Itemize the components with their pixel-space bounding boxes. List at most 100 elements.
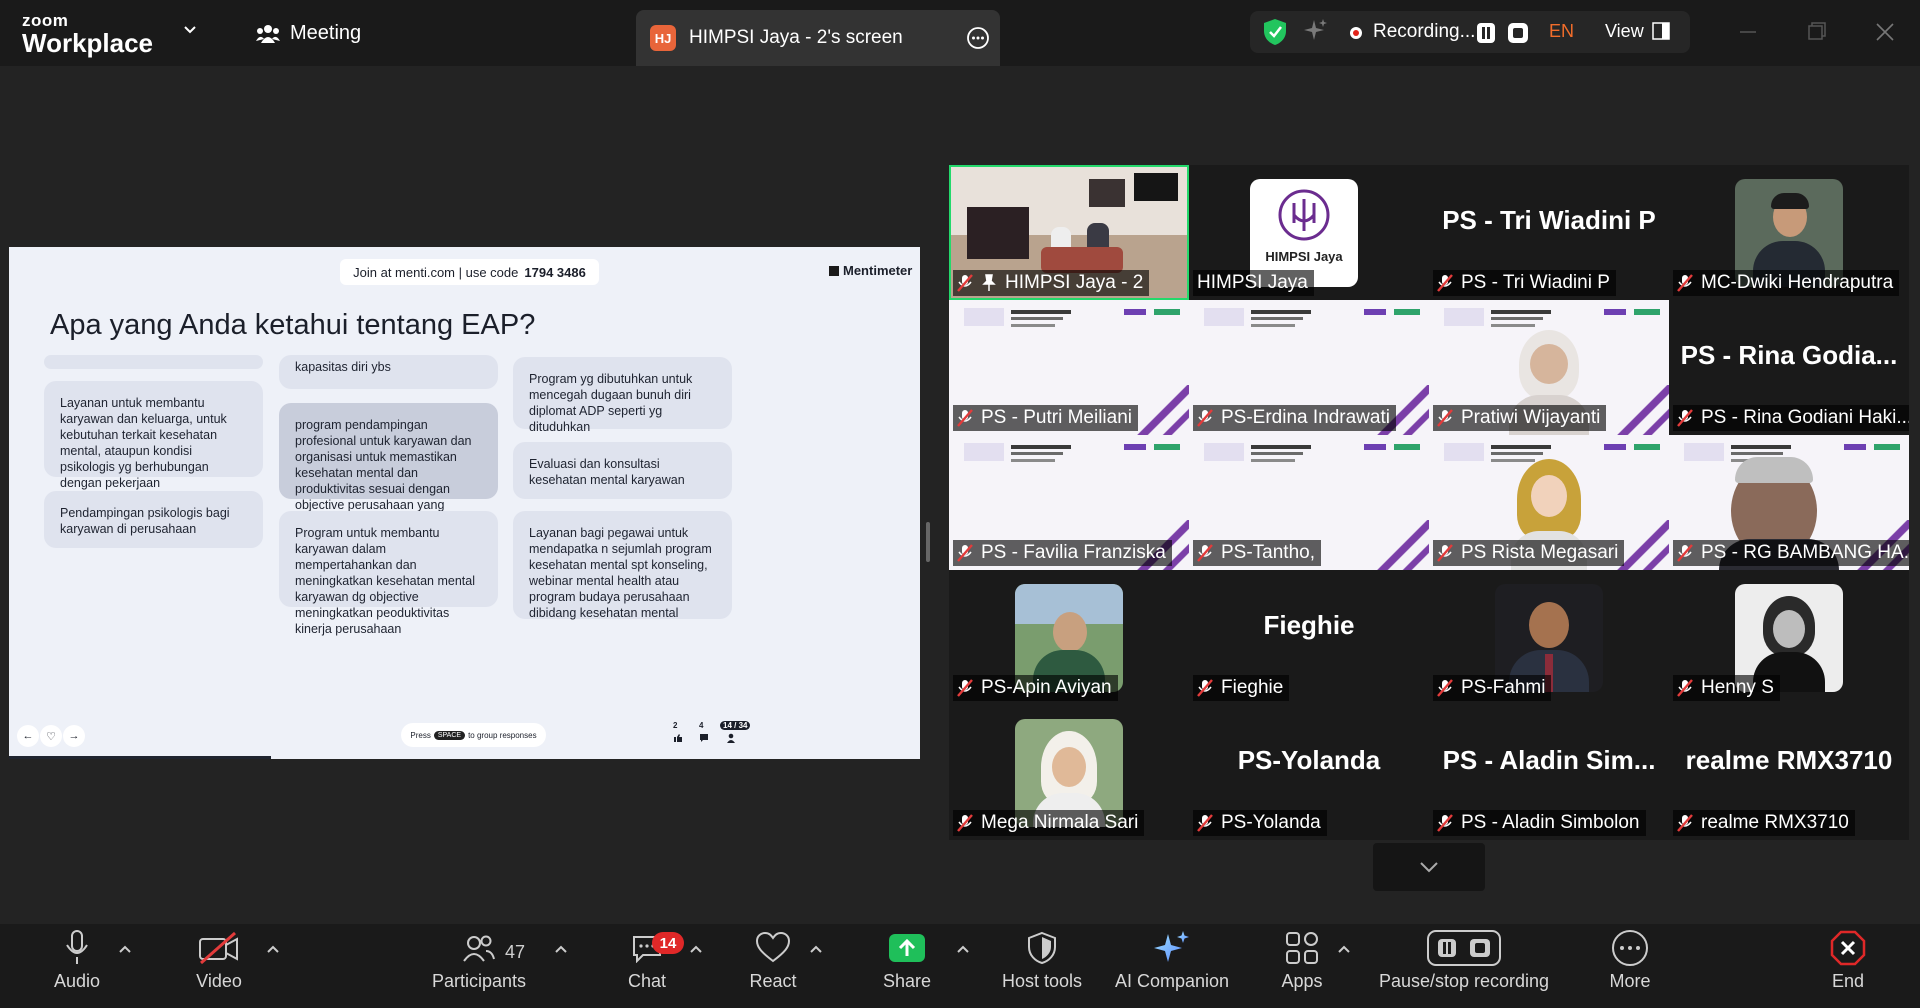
response-card: Program yg dibutuhkan untuk mencegah dug… <box>513 357 732 434</box>
show-more-participants-button[interactable] <box>1373 843 1485 891</box>
apps-label: Apps <box>1281 971 1323 991</box>
participants-label: Participants <box>431 971 527 991</box>
language-indicator[interactable]: EN <box>1549 21 1574 42</box>
share-label: Share <box>882 971 932 991</box>
participant-tile[interactable]: PS-Yolanda PS-Yolanda <box>1189 705 1429 840</box>
chevron-up-icon[interactable] <box>118 944 132 954</box>
host-tools-button[interactable]: Host tools <box>1000 927 1084 1005</box>
share-button[interactable]: Share <box>877 927 937 1005</box>
split-resize-handle[interactable] <box>926 522 930 562</box>
participant-tile[interactable]: PS-Tantho, <box>1189 435 1429 570</box>
muted-mic-icon <box>1197 814 1213 832</box>
next-slide-button[interactable]: → <box>63 725 85 747</box>
participant-tile[interactable]: PS - Putri Meiliani <box>949 300 1189 435</box>
apps-icon <box>1286 932 1318 964</box>
mentimeter-logo-icon <box>829 265 839 276</box>
participant-name: PS-Erdina Indrawati <box>1221 407 1390 428</box>
participants-icon <box>463 935 495 962</box>
mentimeter-brand: Mentimeter <box>829 263 912 278</box>
participants-button[interactable]: Participants <box>429 927 529 1005</box>
participant-tile[interactable]: PS-Erdina Indrawati <box>1189 300 1429 435</box>
participant-name: PS - Rina Godiani Haki... <box>1701 407 1909 428</box>
response-card: Pendampingan psikologis bagi karyawan di… <box>44 491 263 548</box>
muted-mic-icon <box>957 409 973 427</box>
more-button[interactable]: More <box>1604 927 1656 1005</box>
chevron-up-icon[interactable] <box>689 944 703 954</box>
security-shield-icon[interactable] <box>1263 18 1287 46</box>
tab-meeting[interactable]: Meeting <box>256 22 361 45</box>
participant-name: PS - Tri Wiadini P <box>1461 272 1610 293</box>
participant-name: PS - Aladin Simbolon <box>1461 812 1640 833</box>
comment-icon <box>700 734 708 742</box>
participant-tile[interactable]: HIMPSI Jaya HIMPSI Jaya <box>1189 165 1429 300</box>
sharer-initials-badge: HJ <box>650 25 676 51</box>
audio-label: Audio <box>53 971 101 991</box>
participant-tile[interactable]: Mega Nirmala Sari <box>949 705 1189 840</box>
chevron-up-icon[interactable] <box>266 944 280 954</box>
ai-sparkle-icon[interactable] <box>1303 18 1329 44</box>
participant-name-label: PS-Erdina Indrawati <box>1193 405 1396 431</box>
pause-stop-recording-button[interactable]: Pause/stop recording <box>1374 927 1554 1005</box>
host-tools-label: Host tools <box>1001 971 1083 991</box>
participant-name-label: PS - Rina Godiani Haki... <box>1673 405 1909 431</box>
chevron-up-icon[interactable] <box>554 944 568 954</box>
shield-icon <box>1028 931 1056 965</box>
participant-tile[interactable]: PS-Apin Aviyan <box>949 570 1189 705</box>
participant-name-label: Fieghie <box>1193 675 1290 701</box>
participant-gallery: HIMPSI Jaya - 2 HIMPSI Jaya HIMPSI Jaya … <box>949 165 1909 840</box>
restore-icon[interactable] <box>1808 20 1826 44</box>
stop-recording-button[interactable] <box>1508 23 1528 43</box>
participant-tile[interactable]: MC-Dwiki Hendraputra <box>1669 165 1909 300</box>
participant-tile[interactable]: Fieghie Fieghie <box>1189 570 1429 705</box>
video-button[interactable]: Video <box>190 927 248 1005</box>
end-meeting-button[interactable]: End <box>1826 927 1870 1005</box>
pause-recording-button[interactable] <box>1477 23 1495 43</box>
pin-button[interactable]: ♡ <box>40 725 62 747</box>
previous-slide-button[interactable]: ← <box>17 725 39 747</box>
chevron-up-icon[interactable] <box>1337 944 1351 954</box>
chevron-up-icon[interactable] <box>956 944 970 954</box>
participants-ratio: 14 / 34 <box>720 721 751 730</box>
gallery-view-icon[interactable] <box>1652 22 1670 40</box>
microphone-icon <box>66 930 88 964</box>
participant-tile[interactable]: PS-Fahmi <box>1429 570 1669 705</box>
participant-name-label: MC-Dwiki Hendraputra <box>1673 270 1900 296</box>
apps-button[interactable]: Apps <box>1280 927 1324 1005</box>
muted-mic-icon <box>957 814 973 832</box>
participant-tile[interactable]: PS - Tri Wiadini P PS - Tri Wiadini P <box>1429 165 1669 300</box>
ai-companion-button[interactable]: AI Companion <box>1110 927 1234 1005</box>
participant-name-label: PS-Yolanda <box>1193 810 1327 836</box>
participant-name: PS - Putri Meiliani <box>981 407 1132 428</box>
muted-mic-icon <box>1437 544 1453 562</box>
video-off-icon <box>199 931 238 965</box>
react-button[interactable]: React <box>744 927 802 1005</box>
muted-mic-icon <box>1677 814 1693 832</box>
chevron-down-icon[interactable] <box>184 24 196 36</box>
more-options-icon[interactable] <box>966 26 990 50</box>
participant-tile[interactable]: PS Rista Megasari <box>1429 435 1669 570</box>
participant-name-label: Mega Nirmala Sari <box>953 810 1145 836</box>
participant-tile[interactable]: Henny S <box>1669 570 1909 705</box>
participant-tile[interactable]: realme RMX3710 realme RMX3710 <box>1669 705 1909 840</box>
participant-display-name: realme RMX3710 <box>1685 745 1893 775</box>
minimize-icon[interactable] <box>1740 20 1756 44</box>
close-window-icon[interactable] <box>1876 20 1894 44</box>
participant-name: Pratiwi Wijayanti <box>1461 407 1601 428</box>
tab-shared-screen[interactable]: HJ HIMPSI Jaya - 2's screen <box>636 10 1000 66</box>
participant-tile[interactable]: Pratiwi Wijayanti <box>1429 300 1669 435</box>
more-label: More <box>1609 971 1651 991</box>
participant-tile[interactable]: HIMPSI Jaya - 2 <box>949 165 1189 300</box>
muted-mic-icon <box>957 679 973 697</box>
muted-mic-icon <box>1677 544 1693 562</box>
response-card: Program untuk membantu karyawan dalam me… <box>279 511 498 636</box>
participant-tile[interactable]: PS - RG BAMBANG HA... <box>1669 435 1909 570</box>
recording-label: Recording... <box>1373 21 1476 42</box>
participant-name: PS - Favilia Franziska <box>981 542 1166 563</box>
view-menu-label[interactable]: View <box>1605 21 1644 42</box>
audio-button[interactable]: Audio <box>48 927 106 1005</box>
participant-tile[interactable]: PS - Favilia Franziska <box>949 435 1189 570</box>
participant-tile[interactable]: PS - Rina Godia... PS - Rina Godiani Hak… <box>1669 300 1909 435</box>
chevron-up-icon[interactable] <box>809 944 823 954</box>
response-card: kapasitas diri ybs <box>279 355 498 389</box>
participant-tile[interactable]: PS - Aladin Sim... PS - Aladin Simbolon <box>1429 705 1669 840</box>
